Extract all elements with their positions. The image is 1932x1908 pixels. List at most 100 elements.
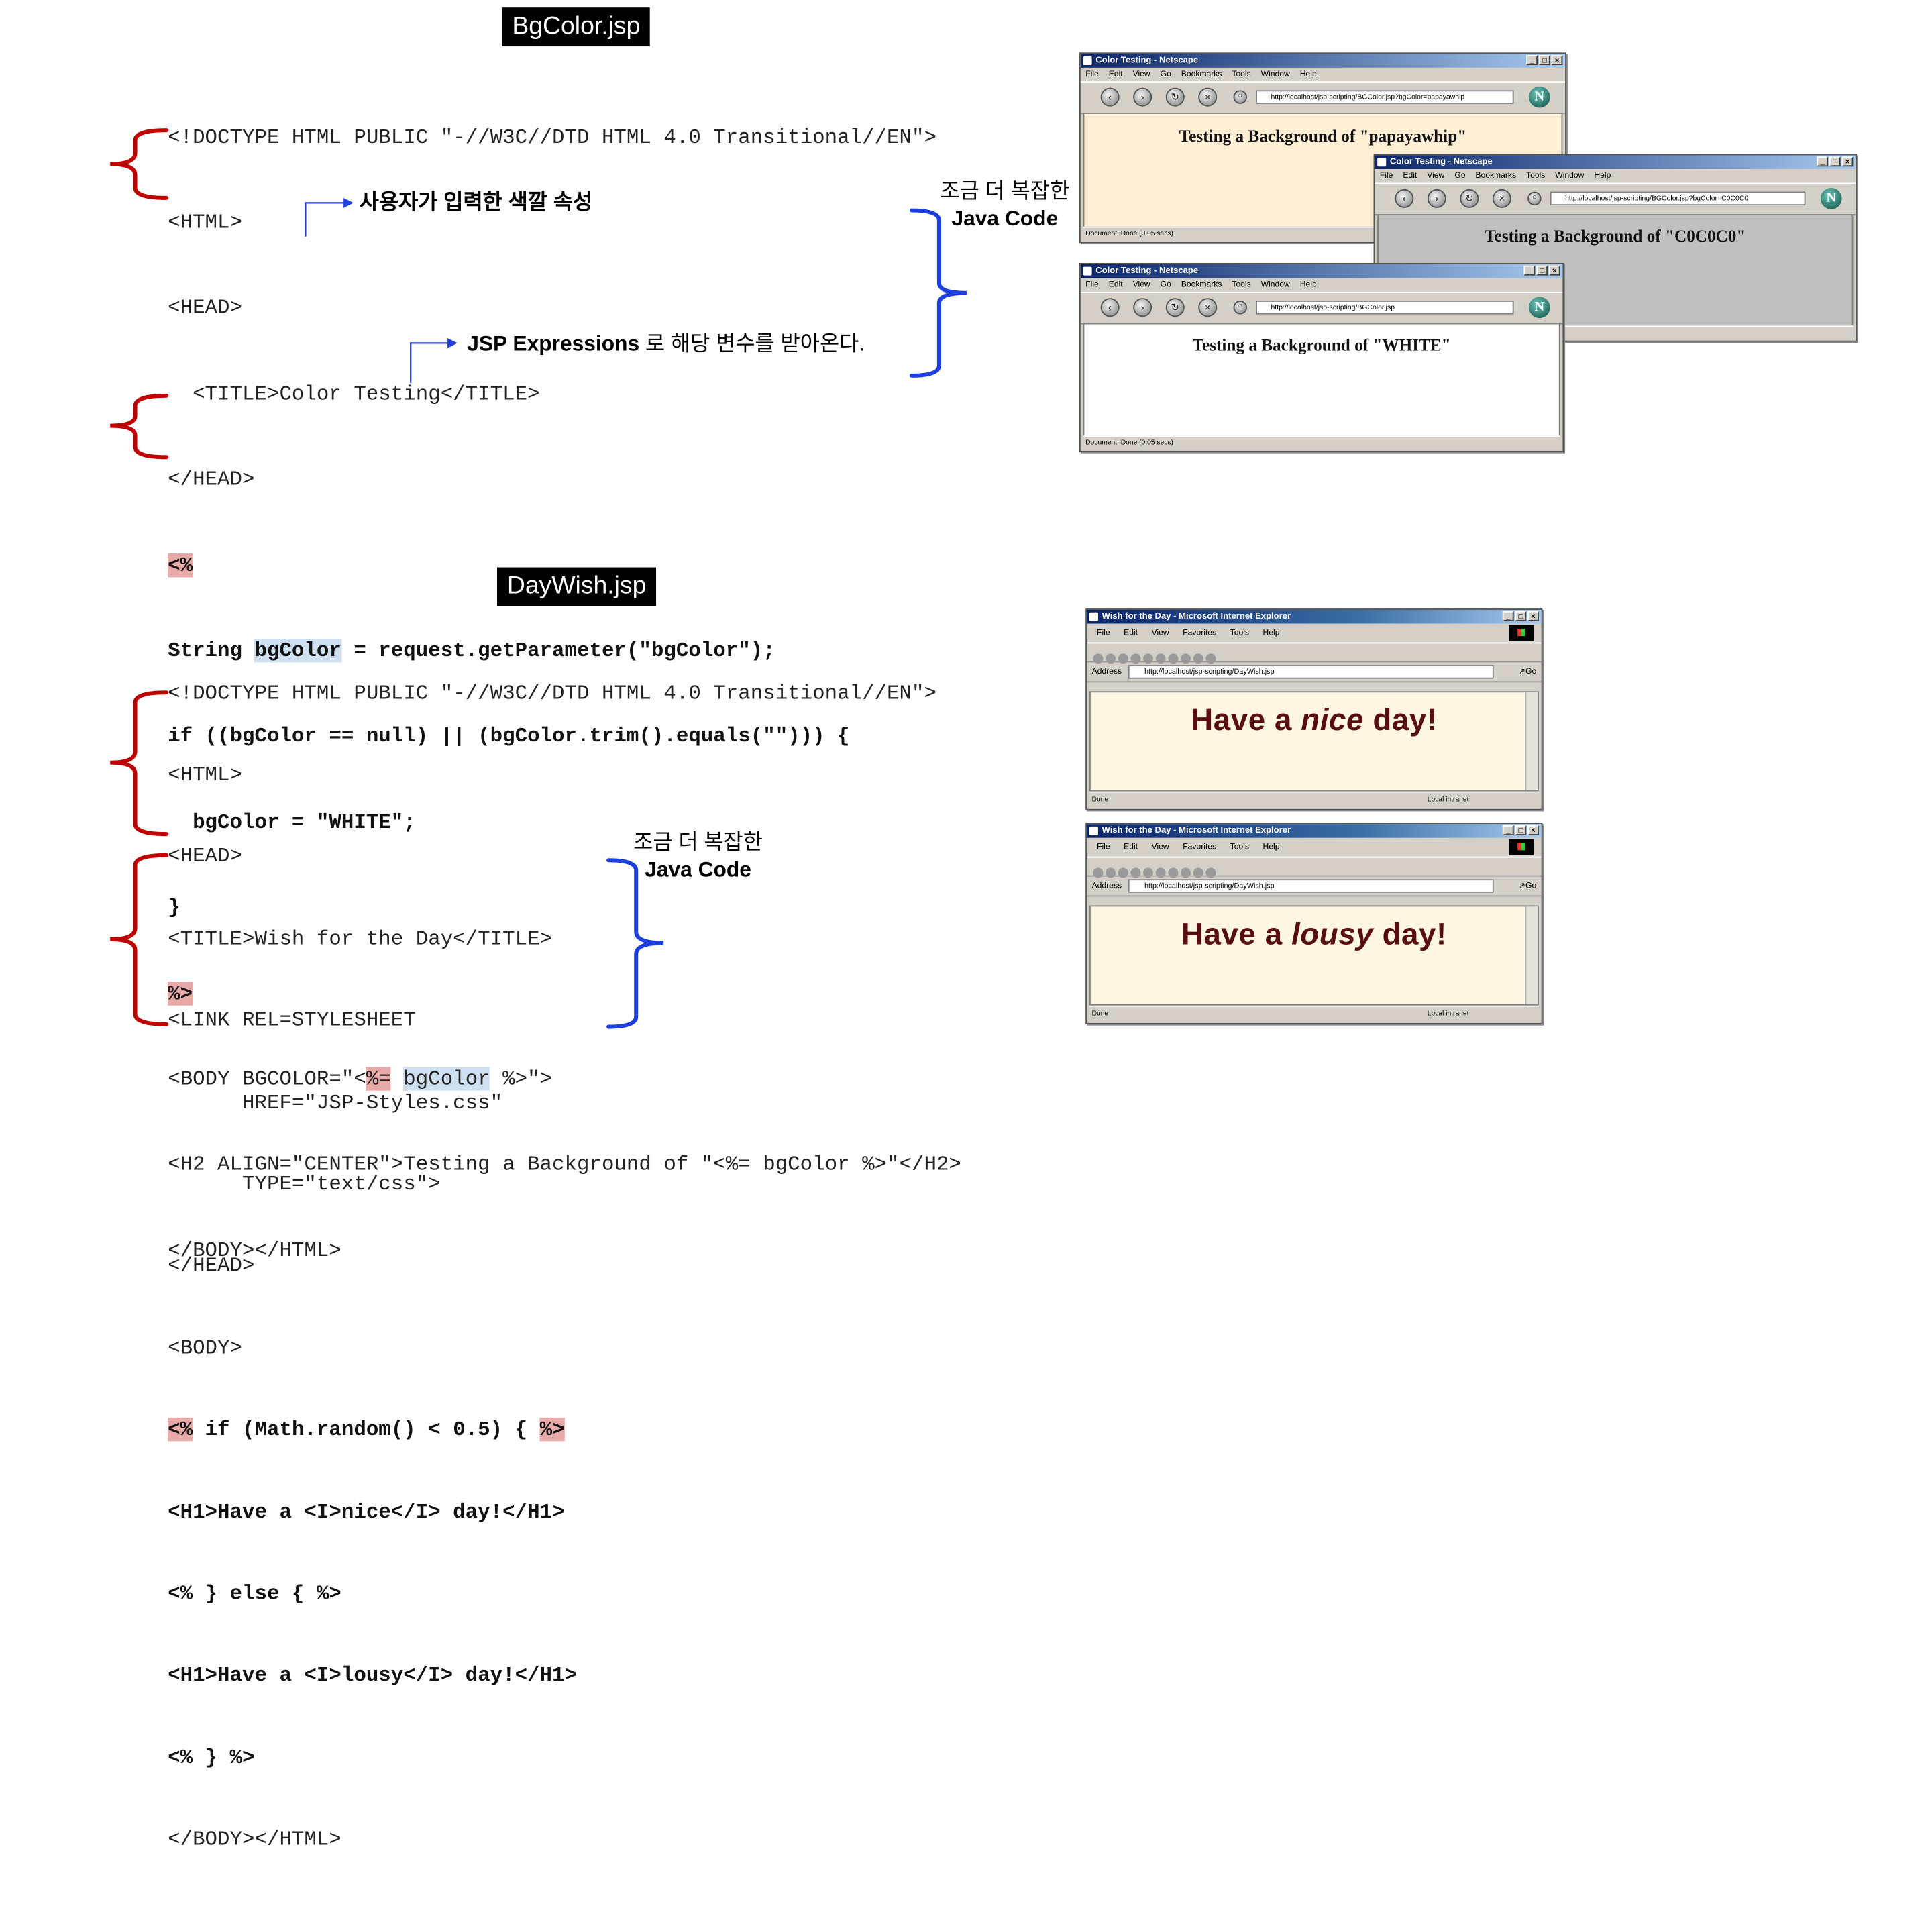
location-field[interactable]: http://localhost/jsp-scripting/BGColor.j… [1550,191,1806,206]
menu-item[interactable]: View [1152,624,1169,643]
forward-icon[interactable]: › [1133,298,1152,317]
location-field[interactable]: http://localhost/jsp-scripting/BGColor.j… [1256,300,1514,315]
forward-icon[interactable]: › [1427,189,1446,208]
go-label: Go [1525,882,1537,891]
close-button[interactable]: × [1548,265,1560,276]
search-icon[interactable]: ○ [1233,300,1248,315]
menu-item[interactable]: Window [1555,169,1584,183]
minimize-button[interactable]: _ [1523,265,1536,276]
menu-item[interactable]: Bookmarks [1475,169,1516,183]
code-line: <H1>Have a <I>lousy</I> day!</H1> [168,1663,578,1687]
menu-item[interactable]: Help [1300,278,1317,292]
back-icon[interactable]: ‹ [1100,87,1120,107]
code-line: </HEAD> [168,1253,255,1278]
menu-item[interactable]: File [1085,68,1099,82]
menu-item[interactable]: Go [1161,68,1171,82]
search-icon[interactable]: ○ [1233,90,1248,104]
close-button[interactable]: × [1551,55,1563,66]
close-button[interactable]: × [1527,611,1539,621]
maximize-button[interactable]: □ [1536,265,1548,276]
stop-icon[interactable]: × [1198,298,1218,317]
scriptlet-open-highlight: <% [168,1418,193,1442]
menu-item[interactable]: Edit [1124,838,1138,857]
vertical-scrollbar[interactable] [1525,906,1538,1004]
menu-item[interactable]: Edit [1109,278,1123,292]
menu-item[interactable]: Window [1261,278,1290,292]
reload-icon[interactable]: ↻ [1165,298,1185,317]
menu-item[interactable]: View [1133,68,1150,82]
daywish-body-red-brace [110,853,169,1026]
address-field[interactable]: http://localhost/jsp-scripting/DayWish.j… [1128,665,1494,679]
menu-item[interactable]: File [1097,624,1110,643]
menu-item[interactable]: Tools [1526,169,1545,183]
menu-item[interactable]: Favorites [1183,838,1216,857]
back-icon[interactable]: ‹ [1395,189,1414,208]
code-token: if (Math.random() < 0.5) { [193,1418,540,1442]
minimize-button[interactable]: _ [1526,55,1538,66]
go-button[interactable]: ↗Go [1519,662,1536,681]
minimize-button[interactable]: _ [1502,825,1514,835]
back-icon[interactable]: ‹ [1100,298,1120,317]
maximize-button[interactable]: □ [1829,156,1841,167]
menu-item[interactable]: View [1133,278,1150,292]
menu-item[interactable]: Edit [1403,169,1417,183]
menu-item[interactable]: Tools [1232,68,1250,82]
menu-item[interactable]: Tools [1230,624,1249,643]
scriptlet-close-highlight: %> [539,1418,565,1442]
minimize-button[interactable]: _ [1817,156,1829,167]
menu-item[interactable]: Help [1263,838,1280,857]
menu-item[interactable]: Favorites [1183,624,1216,643]
reload-icon[interactable]: ↻ [1165,87,1185,107]
title-bar: Color Testing - Netscape _ □ × [1375,155,1856,169]
status-bar: Document: Done (0.05 secs) [1083,435,1560,450]
netscape-logo-icon: N [1528,297,1550,319]
stop-icon[interactable]: × [1198,87,1218,107]
code-line: <% if (Math.random() < 0.5) { %> [168,1416,936,1444]
menu-item[interactable]: Go [1454,169,1465,183]
address-field[interactable]: http://localhost/jsp-scripting/DayWish.j… [1128,879,1494,893]
maximize-button[interactable]: □ [1515,825,1527,835]
menu-item[interactable]: File [1380,169,1393,183]
menu-item[interactable]: Help [1263,624,1280,643]
menu-item[interactable]: Go [1161,278,1171,292]
menu-item[interactable]: Edit [1124,624,1138,643]
menu-item[interactable]: Bookmarks [1181,278,1222,292]
window-controls: _ □ × [1502,825,1539,835]
menu-item[interactable]: Help [1300,68,1317,82]
search-icon[interactable]: ○ [1527,191,1542,206]
menu-item[interactable]: File [1097,838,1110,857]
wish-text: Have a [1181,918,1292,952]
minimize-button[interactable]: _ [1502,611,1514,621]
address-label: Address [1091,882,1122,891]
arrow-jsp-expression [410,342,449,384]
menu-item[interactable]: View [1152,838,1169,857]
close-button[interactable]: × [1841,156,1854,167]
menu-item[interactable]: Window [1261,68,1290,82]
window-title: Color Testing - Netscape [1095,266,1199,276]
forward-icon[interactable]: › [1133,87,1152,107]
title-bar: Wish for the Day - Microsoft Internet Ex… [1087,609,1542,624]
menu-item[interactable]: File [1085,278,1099,292]
menu-item[interactable]: Tools [1230,838,1249,857]
menu-item[interactable]: Bookmarks [1181,68,1222,82]
window-controls: _ □ × [1523,265,1560,276]
stop-icon[interactable]: × [1492,189,1511,208]
status-bar: Done Local intranet [1089,791,1539,808]
page-heading: Have a nice day! [1091,704,1538,739]
location-field[interactable]: http://localhost/jsp-scripting/BGColor.j… [1256,90,1514,104]
close-button[interactable]: × [1527,825,1539,835]
reload-icon[interactable]: ↻ [1460,189,1479,208]
menu-item[interactable]: Tools [1232,278,1250,292]
ie-window-icon [1089,612,1098,621]
maximize-button[interactable]: □ [1538,55,1550,66]
page-heading: Testing a Background of "WHITE" [1192,335,1451,355]
menu-item[interactable]: Help [1594,169,1611,183]
vertical-scrollbar[interactable] [1525,692,1538,790]
menu-item[interactable]: Edit [1109,68,1123,82]
ie-window-nice: Wish for the Day - Microsoft Internet Ex… [1085,608,1543,810]
code-line: TYPE="text/css"> [168,1171,441,1196]
menu-bar: File Edit View Favorites Tools Help [1087,838,1542,857]
maximize-button[interactable]: □ [1515,611,1527,621]
go-button[interactable]: ↗Go [1519,877,1536,896]
menu-item[interactable]: View [1427,169,1444,183]
